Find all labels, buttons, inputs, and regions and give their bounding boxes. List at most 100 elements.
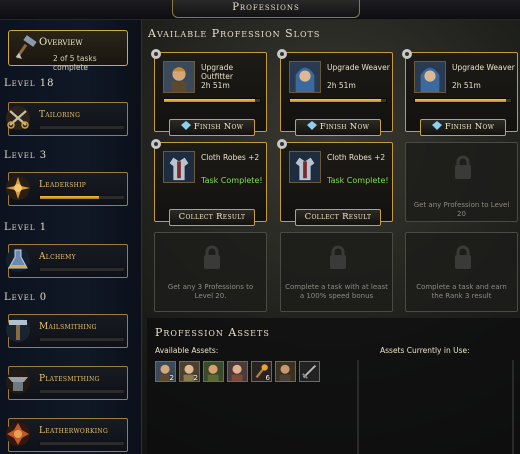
profession-progress-bar [39, 195, 125, 200]
alchemy-icon [6, 248, 30, 272]
asset-count: 6 [265, 374, 270, 382]
profession-progress-bar [39, 337, 125, 342]
mailsmithing-icon [6, 318, 30, 342]
asset-smith[interactable] [275, 361, 296, 382]
sidebar-item-overview[interactable]: Overview 2 of 5 tasks complete [8, 30, 128, 72]
level-heading: Level 18 [4, 78, 55, 89]
tailoring-icon [6, 106, 30, 130]
gear-icon [402, 49, 412, 59]
unlock-requirement: Get any 3 Professions to Level 20. [167, 283, 254, 300]
portrait-smith-icon [276, 362, 295, 381]
tool-icon [300, 362, 319, 381]
slot-task-name: Upgrade Weaver [452, 63, 515, 72]
portrait-leadership-icon-2 [228, 362, 247, 381]
leadership-icon [6, 176, 30, 200]
platesmithing-icon [6, 370, 30, 394]
sidebar-item-leatherworking[interactable]: Leatherworking [6, 418, 128, 452]
cloth-robes-icon [163, 151, 195, 183]
profession-progress-bar [39, 389, 125, 394]
portrait-outfitter-icon [163, 61, 195, 93]
sidebar-item-mailsmithing[interactable]: Mailsmithing [6, 314, 128, 348]
finish-now-button[interactable]: Finish Now [295, 119, 381, 136]
profession-slot[interactable]: Cloth Robes +2 Task Complete! Collect Re… [151, 139, 267, 226]
diamond-icon [306, 121, 317, 130]
slot-task-name: Upgrade Outfitter [201, 63, 234, 81]
level-heading: Level 3 [4, 150, 48, 161]
profession-name: Tailoring [39, 110, 81, 120]
overview-title: Overview [39, 37, 83, 48]
level-heading: Level 1 [4, 222, 48, 233]
portrait-leadership-icon [204, 362, 223, 381]
slot-time-remaining: 2h 51m [327, 81, 356, 90]
unlock-requirement: Complete a task and earn the Rank 3 resu… [416, 283, 507, 300]
sidebar-item-tailoring[interactable]: Tailoring [6, 102, 128, 136]
diamond-icon [180, 121, 191, 130]
asset-torch[interactable]: 6 [251, 361, 272, 382]
profession-progress-bar [39, 441, 125, 446]
slot-task-name: Cloth Robes +2 [327, 153, 386, 162]
slots-section-title: Available Profession Slots [148, 27, 321, 40]
slot-time-remaining: 2h 51m [201, 81, 230, 90]
profession-name: Platesmithing [39, 374, 100, 384]
in-use-assets-label: Assets Currently in Use: [380, 346, 470, 355]
available-assets-label: Available Assets: [155, 346, 219, 355]
locked-slot: Complete a task and earn the Rank 3 resu… [405, 232, 518, 312]
collect-result-button[interactable]: Collect Result [295, 209, 381, 226]
collect-result-button[interactable]: Collect Result [169, 209, 255, 226]
diamond-icon [431, 121, 442, 130]
cloth-robes-icon [289, 151, 321, 183]
lock-icon [455, 155, 471, 179]
divider [357, 360, 359, 454]
slot-time-remaining: 2h 51m [452, 81, 481, 90]
sidebar: Overview 2 of 5 tasks complete Level 18 … [0, 20, 142, 454]
portrait-weaver-icon [289, 61, 321, 93]
profession-name: Mailsmithing [39, 322, 97, 332]
sidebar-item-alchemy[interactable]: Alchemy [6, 244, 128, 278]
window-title: Professions [172, 0, 360, 18]
profession-slot[interactable]: Upgrade Weaver 2h 51m Finish Now [402, 49, 518, 136]
gear-icon [277, 139, 287, 149]
level-heading: Level 0 [4, 292, 48, 303]
profession-progress-bar [39, 125, 125, 130]
slot-status: Task Complete! [201, 176, 263, 185]
finish-now-button[interactable]: Finish Now [169, 119, 255, 136]
lock-icon [455, 245, 471, 269]
asset-count: 2 [169, 374, 174, 382]
slot-status: Task Complete! [327, 176, 389, 185]
asset-weaver[interactable]: 2 [179, 361, 200, 382]
profession-slot[interactable]: Upgrade Outfitter 2h 51m Finish Now [151, 49, 267, 136]
slot-task-name: Cloth Robes +2 [201, 153, 260, 162]
profession-name: Leadership [39, 180, 87, 190]
sidebar-item-platesmithing[interactable]: Platesmithing [6, 366, 128, 400]
hammer-icon [15, 35, 37, 59]
assets-section-title: Profession Assets [155, 326, 270, 339]
profession-slot[interactable]: Upgrade Weaver 2h 51m Finish Now [277, 49, 393, 136]
leatherworking-icon [6, 422, 30, 446]
locked-slot: Get any 3 Professions to Level 20. [154, 232, 267, 312]
slot-progress-bar [414, 98, 512, 103]
unlock-requirement: Get any Profession to Level 20 [413, 201, 510, 218]
locked-slot: Get any Profession to Level 20 [405, 142, 518, 222]
slot-task-name: Upgrade Weaver [327, 63, 390, 72]
finish-now-button[interactable]: Finish Now [420, 119, 506, 136]
slot-progress-bar [163, 98, 261, 103]
asset-outfitter[interactable]: 2 [155, 361, 176, 382]
title-bar: Professions [0, 0, 520, 20]
profession-name: Alchemy [39, 252, 76, 262]
sidebar-item-leadership[interactable]: Leadership [6, 172, 128, 206]
profession-slot[interactable]: Cloth Robes +2 Task Complete! Collect Re… [277, 139, 393, 226]
gear-icon [277, 49, 287, 59]
lock-icon [330, 245, 346, 269]
asset-leadership[interactable] [203, 361, 224, 382]
locked-slot: Complete a task with at least a 100% spe… [280, 232, 393, 312]
profession-name: Leatherworking [39, 426, 109, 436]
divider [512, 360, 514, 454]
gear-icon [151, 49, 161, 59]
asset-leadership[interactable] [227, 361, 248, 382]
asset-count: 2 [193, 374, 198, 382]
profession-progress-bar [39, 267, 125, 272]
unlock-requirement: Complete a task with at least a 100% spe… [285, 283, 388, 300]
gear-icon [151, 139, 161, 149]
overview-subtitle: 2 of 5 tasks complete [53, 54, 97, 72]
asset-tool[interactable] [299, 361, 320, 382]
